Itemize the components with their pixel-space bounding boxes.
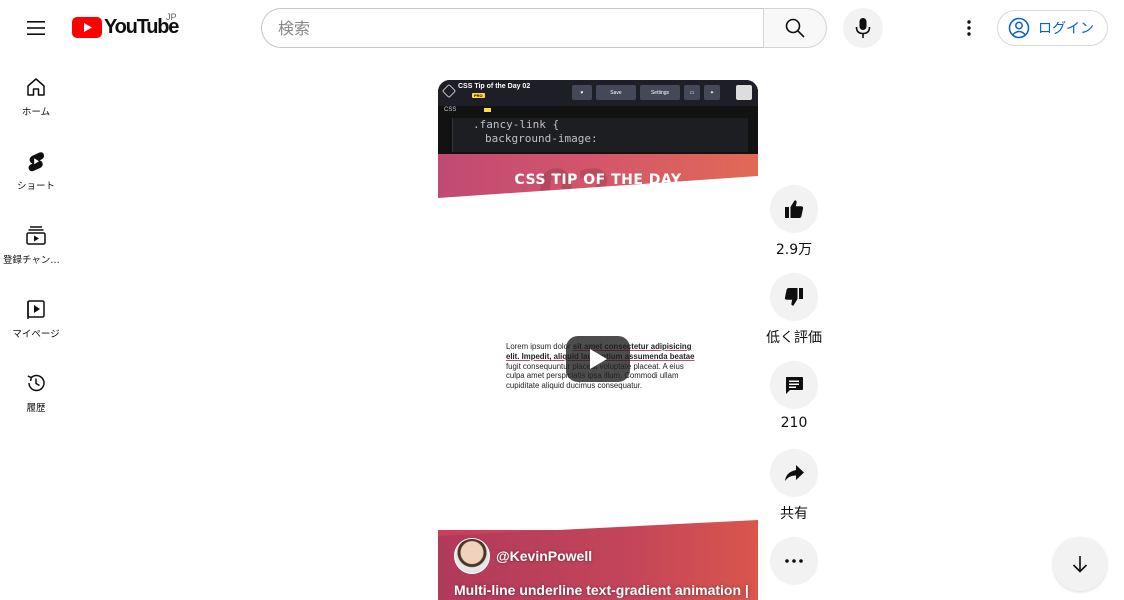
sidebar-item-label: ホーム (21, 107, 51, 118)
play-button[interactable] (566, 336, 630, 382)
sidebar-item-you[interactable]: マイページ (0, 278, 72, 352)
vertical-dots-icon (967, 20, 971, 36)
comments-action: 210 (766, 361, 822, 431)
video-title[interactable]: Multi-line underline text-gradient anima… (454, 582, 754, 598)
thumbs-down-icon (784, 288, 803, 306)
channel-info[interactable]: @KevinPowell (454, 538, 592, 574)
pin-icon: ✦ (704, 85, 720, 100)
play-icon (590, 349, 607, 369)
like-action: 2.9万 (766, 185, 822, 259)
shorts-player[interactable]: CSS Tip of the Day 02 PRO ♥ Save Setting… (438, 80, 758, 600)
pen-title: CSS Tip of the Day 02 (458, 83, 531, 90)
settings-label: Settings (650, 89, 670, 96)
comment-icon (786, 377, 803, 394)
heart-icon: ♥ (572, 85, 592, 100)
share-icon (785, 465, 804, 481)
editor-toolbar: CSS Tip of the Day 02 PRO ♥ Save Setting… (438, 80, 758, 106)
channel-avatar[interactable] (454, 538, 490, 574)
search-box (261, 8, 764, 48)
hamburger-icon (27, 21, 45, 35)
save-label: Save (610, 89, 622, 96)
codepen-logo-icon (442, 84, 456, 98)
search-input[interactable] (278, 18, 764, 38)
save-chip: Save (596, 85, 636, 100)
horizontal-dots-icon (785, 559, 803, 563)
code-line: background-image: (485, 132, 598, 145)
lorem-text: Lorem ipsum dolor (506, 342, 573, 351)
css-code: .fancy-link { background-image: (452, 118, 748, 152)
settings-chip: Settings (640, 85, 680, 100)
panel-tag (484, 108, 491, 112)
youtube-logo[interactable]: YouTube (72, 16, 179, 38)
sidebar-item-shorts[interactable]: ショート (0, 130, 72, 204)
pro-badge: PRO (472, 93, 485, 98)
search-button[interactable] (763, 8, 827, 48)
sidebar-item-label: 履歴 (26, 403, 46, 414)
login-label: ログイン (1038, 21, 1094, 37)
youtube-play-logo-icon (72, 16, 102, 38)
voice-search-button[interactable] (843, 8, 883, 48)
sidebar-item-label: ショート (16, 181, 55, 192)
dislike-label: 低く評価 (766, 330, 822, 346)
search-icon (785, 18, 805, 38)
channel-name[interactable]: @KevinPowell (496, 548, 592, 564)
arrow-down-icon (1072, 556, 1088, 573)
dislike-action: 低く評価 (766, 273, 822, 347)
settings-more-button[interactable] (953, 12, 985, 44)
subscriptions-icon (26, 226, 46, 245)
account-circle-icon (1008, 17, 1030, 39)
share-label: 共有 (780, 506, 808, 522)
layout-icon: ▭ (684, 85, 700, 100)
comment-count: 210 (780, 415, 808, 431)
comments-button[interactable] (770, 361, 818, 409)
sidebar-item-label: マイページ (12, 329, 60, 340)
home-icon (27, 78, 45, 96)
next-video-button[interactable] (1053, 537, 1107, 591)
share-button[interactable] (770, 449, 818, 497)
code-line: .fancy-link { (473, 118, 560, 131)
bottom-fade (438, 470, 758, 530)
sidebar-item-history[interactable]: 履歴 (0, 352, 72, 426)
thumbs-up-icon (785, 200, 804, 218)
css-panel-header: CSS (444, 107, 748, 115)
library-icon (27, 300, 45, 319)
region-code: JP (166, 12, 177, 22)
video-frame-editor: CSS Tip of the Day 02 PRO ♥ Save Setting… (438, 80, 758, 154)
like-count: 2.9万 (775, 242, 813, 258)
more-action (766, 537, 822, 585)
history-icon (27, 374, 45, 392)
login-button[interactable]: ログイン (997, 10, 1108, 46)
like-button[interactable] (770, 185, 818, 233)
css-panel-label: CSS (444, 107, 457, 113)
microphone-icon (855, 18, 871, 38)
sidebar-item-subscriptions[interactable]: 登録チャンネル (0, 204, 72, 278)
sidebar-item-label: 登録チャンネル (3, 255, 69, 266)
dislike-button[interactable] (770, 273, 818, 321)
masthead: YouTube JP ログイン (0, 0, 1124, 56)
guide-menu-button[interactable] (20, 12, 52, 44)
user-avatar-icon (736, 85, 752, 100)
share-action: 共有 (766, 449, 822, 523)
sidebar-item-home[interactable]: ホーム (0, 56, 72, 130)
more-actions-button[interactable] (770, 537, 818, 585)
shorts-icon (28, 152, 45, 172)
